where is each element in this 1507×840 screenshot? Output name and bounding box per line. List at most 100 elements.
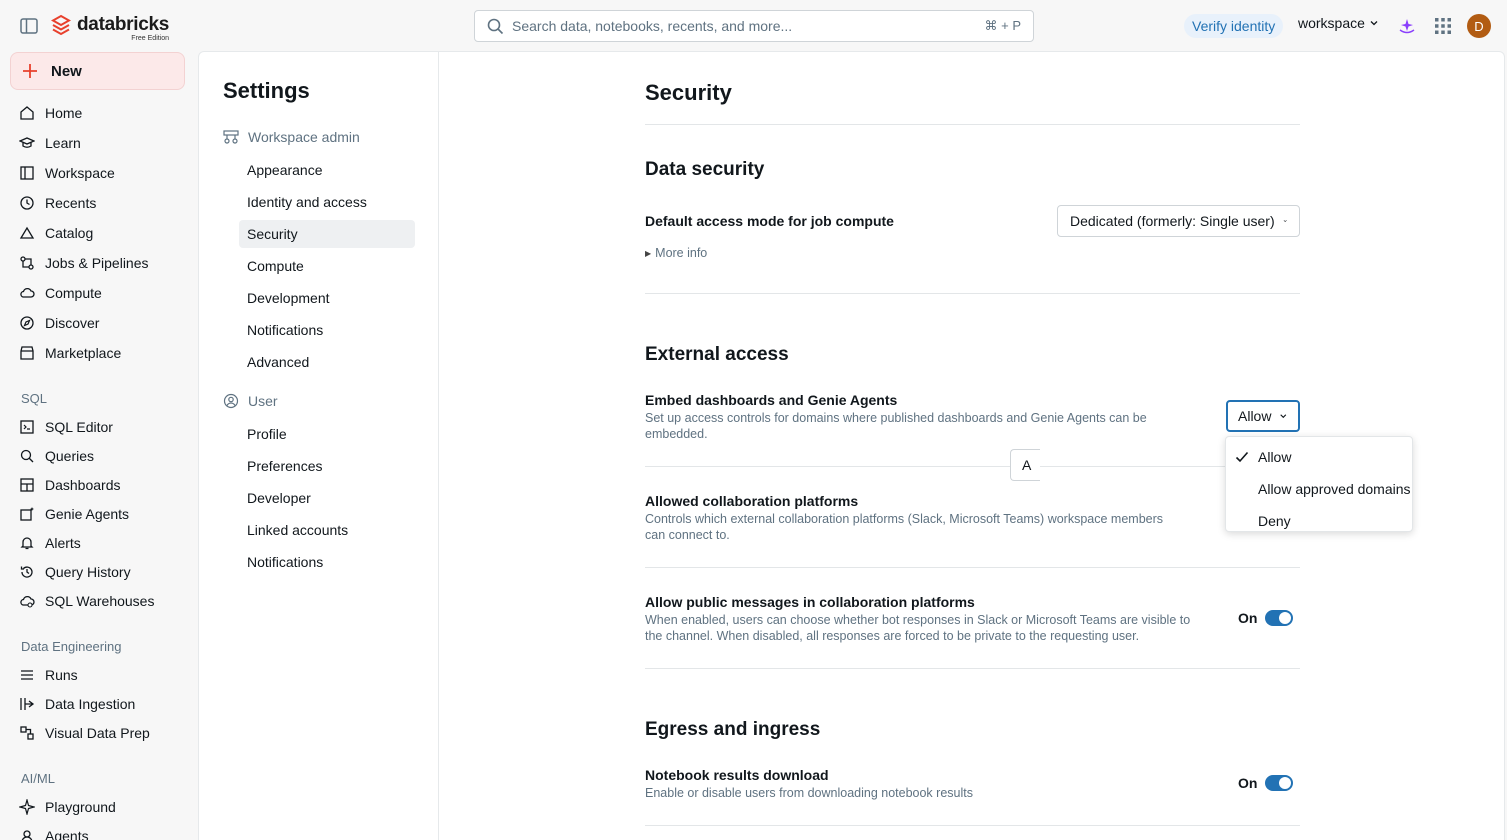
sidebar-item-jobs-pipelines[interactable]: Jobs & Pipelines xyxy=(19,251,149,275)
chevron-down-icon xyxy=(1370,21,1378,26)
section-title-egress-ingress: Egress and ingress xyxy=(645,719,821,740)
sidebar-item-queries[interactable]: Queries xyxy=(19,444,94,468)
ingestion-icon xyxy=(20,698,35,710)
settings-nav: Settings Workspace admin Appearance Iden… xyxy=(199,52,439,840)
divider xyxy=(645,466,1300,467)
sidebar-item-dashboards[interactable]: Dashboards xyxy=(19,473,121,497)
sidebar-item-marketplace[interactable]: Marketplace xyxy=(19,341,121,365)
sidebar-item-alerts[interactable]: Alerts xyxy=(19,531,81,555)
warehouse-icon xyxy=(20,595,35,608)
divider xyxy=(645,825,1300,826)
avatar[interactable]: D xyxy=(1467,14,1491,38)
setting-desc-notebook-download: Enable or disable users from downloading… xyxy=(645,786,973,800)
sidebar-toggle-icon[interactable] xyxy=(19,16,39,36)
sidebar-item-label: Recents xyxy=(45,195,97,211)
page-title: Security xyxy=(645,80,732,105)
sidebar-item-label: Runs xyxy=(45,667,78,683)
sidebar-item-catalog[interactable]: Catalog xyxy=(19,221,93,245)
setting-label-collab: Allowed collaboration platforms xyxy=(645,493,859,509)
workspace-icon xyxy=(20,166,34,180)
workspace-label: workspace xyxy=(1298,15,1365,31)
sidebar-item-visual-data-prep[interactable]: Visual Data Prep xyxy=(19,721,150,745)
toggle-switch[interactable] xyxy=(1265,775,1294,791)
settings-item-appearance[interactable]: Appearance xyxy=(239,156,415,184)
sidebar-item-runs[interactable]: Runs xyxy=(19,663,78,687)
sidebar-item-label: Genie Agents xyxy=(45,506,130,522)
settings-item-security[interactable]: Security xyxy=(239,220,415,248)
dropdown-option-deny[interactable]: Deny xyxy=(1226,505,1412,537)
compass-icon xyxy=(20,316,34,330)
history-icon xyxy=(20,566,33,578)
settings-title: Settings xyxy=(223,78,310,103)
notebook-download-toggle[interactable]: On xyxy=(1238,775,1294,791)
divider xyxy=(645,124,1300,125)
brand-name: databricks xyxy=(77,14,170,35)
sidebar-item-label: Data Ingestion xyxy=(45,696,136,712)
bell-icon xyxy=(20,537,34,550)
select-value: Dedicated (formerly: Single user) xyxy=(1070,213,1275,229)
graduation-cap-icon xyxy=(19,137,35,148)
settings-item-identity-access[interactable]: Identity and access xyxy=(239,188,415,216)
runs-icon xyxy=(21,670,33,680)
plus-icon xyxy=(23,64,37,78)
divider xyxy=(645,293,1300,294)
databricks-logo[interactable]: databricks Free Edition xyxy=(51,14,169,42)
new-button[interactable]: New xyxy=(10,52,185,90)
settings-item-profile[interactable]: Profile xyxy=(239,420,415,448)
apps-grid-icon[interactable] xyxy=(1435,18,1451,34)
assistant-icon[interactable] xyxy=(1397,16,1417,36)
sidebar-item-playground[interactable]: Playground xyxy=(19,795,116,819)
sidebar-item-data-ingestion[interactable]: Data Ingestion xyxy=(19,692,135,716)
dashboard-icon xyxy=(20,478,34,492)
settings-item-compute[interactable]: Compute xyxy=(239,252,415,280)
divider xyxy=(645,668,1300,669)
settings-item-developer[interactable]: Developer xyxy=(239,484,415,512)
sidebar-item-sql-editor[interactable]: SQL Editor xyxy=(19,415,113,439)
search-input[interactable]: Search data, notebooks, recents, and mor… xyxy=(474,10,1034,42)
setting-label-embed: Embed dashboards and Genie Agents xyxy=(645,392,898,408)
sidebar-item-sql-warehouses[interactable]: SQL Warehouses xyxy=(19,589,154,613)
dropdown-option-allow[interactable]: Allow xyxy=(1226,441,1412,473)
chevron-down-icon xyxy=(1283,220,1287,223)
sidebar-item-query-history[interactable]: Query History xyxy=(19,560,131,584)
section-title-data-security: Data security xyxy=(645,159,765,180)
sidebar-item-label: Query History xyxy=(45,564,131,580)
workspace-switcher[interactable]: workspace xyxy=(1298,15,1379,31)
public-messages-toggle[interactable]: On xyxy=(1238,610,1294,626)
sidebar-item-genie-agents[interactable]: Genie Agents xyxy=(19,502,129,526)
sidebar-item-workspace[interactable]: Workspace xyxy=(19,161,115,185)
search-icon xyxy=(487,18,504,34)
setting-label-public-messages: Allow public messages in collaboration p… xyxy=(645,594,975,610)
settings-item-notifications-user[interactable]: Notifications xyxy=(239,548,415,576)
sidebar-section-data-engineering: Data Engineering xyxy=(21,639,122,654)
toggle-switch[interactable] xyxy=(1265,610,1294,626)
sidebar-item-label: Agents xyxy=(45,828,89,840)
settings-item-linked-accounts[interactable]: Linked accounts xyxy=(239,516,415,544)
dropdown-option-label: Allow xyxy=(1258,449,1292,465)
more-info-toggle[interactable]: ▶ More info xyxy=(645,246,707,260)
default-access-select[interactable]: Dedicated (formerly: Single user) xyxy=(1057,205,1300,237)
settings-item-preferences[interactable]: Preferences xyxy=(239,452,415,480)
check-icon xyxy=(1235,451,1249,463)
sidebar-item-recents[interactable]: Recents xyxy=(19,191,96,215)
sidebar-item-agents[interactable]: Agents xyxy=(19,824,89,840)
settings-group-label: Workspace admin xyxy=(248,129,360,145)
sparkle-icon xyxy=(19,799,35,815)
sidebar-item-discover[interactable]: Discover xyxy=(19,311,99,335)
sidebar-item-label: Dashboards xyxy=(45,477,121,493)
settings-group-user: User xyxy=(223,393,278,409)
settings-item-advanced[interactable]: Advanced xyxy=(239,348,415,376)
sidebar-item-home[interactable]: Home xyxy=(19,101,82,125)
user-circle-icon xyxy=(223,393,239,409)
sidebar-item-compute[interactable]: Compute xyxy=(19,281,102,305)
dropdown-option-label: Deny xyxy=(1258,513,1291,529)
verify-identity-button[interactable]: Verify identity xyxy=(1184,14,1284,38)
settings-item-development[interactable]: Development xyxy=(239,284,415,312)
collab-platforms-select[interactable]: A xyxy=(1010,449,1040,481)
sidebar-item-learn[interactable]: Learn xyxy=(19,131,81,155)
sidebar-item-label: Workspace xyxy=(45,165,115,181)
dropdown-option-allow-approved[interactable]: Allow approved domains xyxy=(1226,473,1412,505)
settings-group-label: User xyxy=(248,393,278,409)
settings-item-notifications-admin[interactable]: Notifications xyxy=(239,316,415,344)
embed-access-select[interactable]: Allow xyxy=(1226,400,1300,432)
